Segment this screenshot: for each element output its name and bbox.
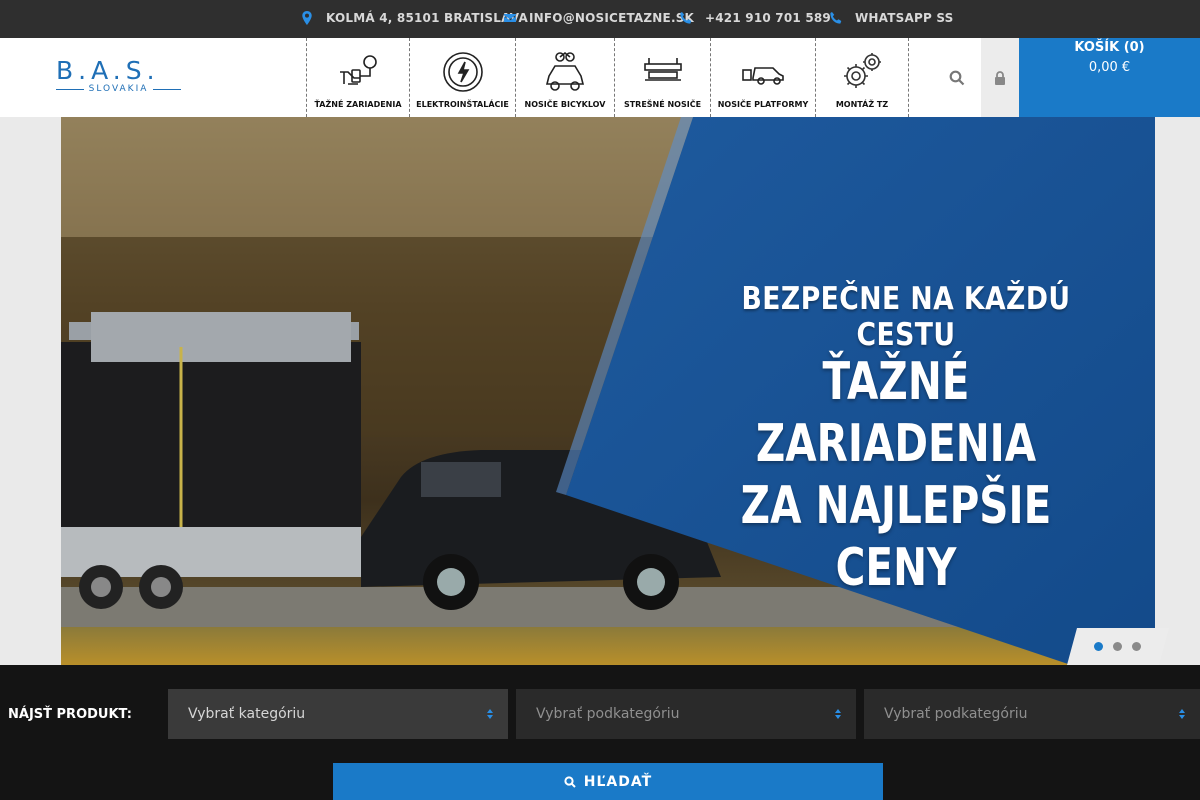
nav-item-platform-carriers[interactable]: NOSIČE PLATFORMY xyxy=(710,38,815,117)
nav-label: NOSIČE BICYKLOV xyxy=(524,100,606,109)
envelope-icon xyxy=(503,11,517,25)
cart-price: 0,00 € xyxy=(1088,60,1131,75)
nav-item-mounting[interactable]: MONTÁŽ TZ xyxy=(815,38,909,117)
logo-line-right xyxy=(153,88,182,90)
header-search-button[interactable] xyxy=(937,38,977,117)
roof-rack-icon xyxy=(639,50,687,94)
whatsapp-text[interactable]: WHATSAPP SS xyxy=(855,11,953,25)
search-icon xyxy=(949,70,965,85)
logo-main-text: B.A.S. xyxy=(56,56,160,85)
nav-label: STREŠNÉ NOSIČE xyxy=(623,100,702,109)
nav-label: ŤAŽNÉ ZARIADENIA xyxy=(314,100,402,109)
logo[interactable]: B.A.S. SLOVAKIA xyxy=(56,56,182,98)
email-item[interactable]: INFO@NOSICETAZNE.SK xyxy=(503,11,694,25)
nav-label: NOSIČE PLATFORMY xyxy=(717,100,809,109)
nav-label: ELEKTROINŠTALÁCIE xyxy=(416,100,509,109)
email-text[interactable]: INFO@NOSICETAZNE.SK xyxy=(529,11,694,25)
gears-icon xyxy=(838,50,886,94)
cart-button[interactable]: KOŠÍK (0) 0,00 € xyxy=(1019,38,1200,117)
hero-tagline: BEZPEČNE NA KAŽDÚ CESTU xyxy=(741,281,1071,353)
top-contact-bar: KOLMÁ 4, 85101 BRATISLAVA INFO@NOSICETAZ… xyxy=(0,0,1200,38)
select-arrows-icon xyxy=(835,709,841,719)
subcategory-select-1-value: Vybrať podkategóriu xyxy=(536,706,680,722)
subcategory-select-1[interactable]: Vybrať podkategóriu xyxy=(516,689,856,739)
address-item: KOLMÁ 4, 85101 BRATISLAVA xyxy=(300,11,528,25)
subcategory-select-2-value: Vybrať podkategóriu xyxy=(884,706,1028,722)
phone-text[interactable]: +421 910 701 589 xyxy=(705,11,831,25)
hero-section: BEZPEČNE NA KAŽDÚ CESTU ŤAŽNÉ ZARIADENIA… xyxy=(0,117,1200,665)
phone-icon xyxy=(829,11,843,25)
finder-label: NÁJSŤ PRODUKT: xyxy=(8,707,132,722)
electric-plug-icon xyxy=(439,50,487,94)
bike-carrier-icon xyxy=(541,50,589,94)
nav-item-electro[interactable]: ELEKTROINŠTALÁCIE xyxy=(409,38,515,117)
slider-dot-2[interactable] xyxy=(1113,642,1122,651)
subcategory-select-2[interactable]: Vybrať podkategóriu xyxy=(864,689,1200,739)
whatsapp-item[interactable]: WHATSAPP SS xyxy=(829,11,953,25)
search-products-button[interactable]: HĽADAŤ xyxy=(333,763,883,800)
hero-headline-line-2: ZA NAJLEPŠIE CENY xyxy=(740,476,1052,598)
tow-hitch-icon xyxy=(334,50,382,94)
cart-label: KOŠÍK (0) xyxy=(1074,40,1145,55)
nav-label: MONTÁŽ TZ xyxy=(835,100,889,109)
site-header: B.A.S. SLOVAKIA ŤAŽNÉ ZARIADENIA ELEKTRO… xyxy=(0,38,1200,117)
nav-item-bike-carriers[interactable]: NOSIČE BICYKLOV xyxy=(515,38,614,117)
select-arrows-icon xyxy=(1179,709,1185,719)
search-products-label: HĽADAŤ xyxy=(583,773,653,790)
platform-carrier-icon xyxy=(739,50,787,94)
phone-icon xyxy=(679,11,693,25)
search-icon xyxy=(564,775,576,788)
logo-line-left xyxy=(56,88,84,90)
hero-slider: BEZPEČNE NA KAŽDÚ CESTU ŤAŽNÉ ZARIADENIA… xyxy=(61,117,1155,665)
category-select-value: Vybrať kategóriu xyxy=(188,706,306,722)
map-pin-icon xyxy=(300,11,314,25)
phone-item[interactable]: +421 910 701 589 xyxy=(679,11,831,25)
slider-dot-3[interactable] xyxy=(1132,642,1141,651)
slider-dot-1[interactable] xyxy=(1094,642,1103,651)
hero-headline-line-1: ŤAŽNÉ ZARIADENIA xyxy=(755,352,1037,474)
nav-item-roof-racks[interactable]: STREŠNÉ NOSIČE xyxy=(614,38,710,117)
hero-headline: ŤAŽNÉ ZARIADENIA ZA NAJLEPŠIE CENY xyxy=(689,351,1102,599)
account-button[interactable] xyxy=(981,38,1019,117)
logo-sub: SLOVAKIA xyxy=(56,84,182,94)
main-nav: ŤAŽNÉ ZARIADENIA ELEKTROINŠTALÁCIE NOSIČ… xyxy=(306,38,909,117)
lock-icon xyxy=(995,70,1005,85)
select-arrows-icon xyxy=(487,709,493,719)
product-finder: NÁJSŤ PRODUKT: Vybrať kategóriu Vybrať p… xyxy=(0,665,1200,800)
logo-sub-text: SLOVAKIA xyxy=(88,84,149,94)
category-select[interactable]: Vybrať kategóriu xyxy=(168,689,508,739)
nav-item-tow-hitches[interactable]: ŤAŽNÉ ZARIADENIA xyxy=(306,38,409,117)
address-text: KOLMÁ 4, 85101 BRATISLAVA xyxy=(326,11,528,25)
